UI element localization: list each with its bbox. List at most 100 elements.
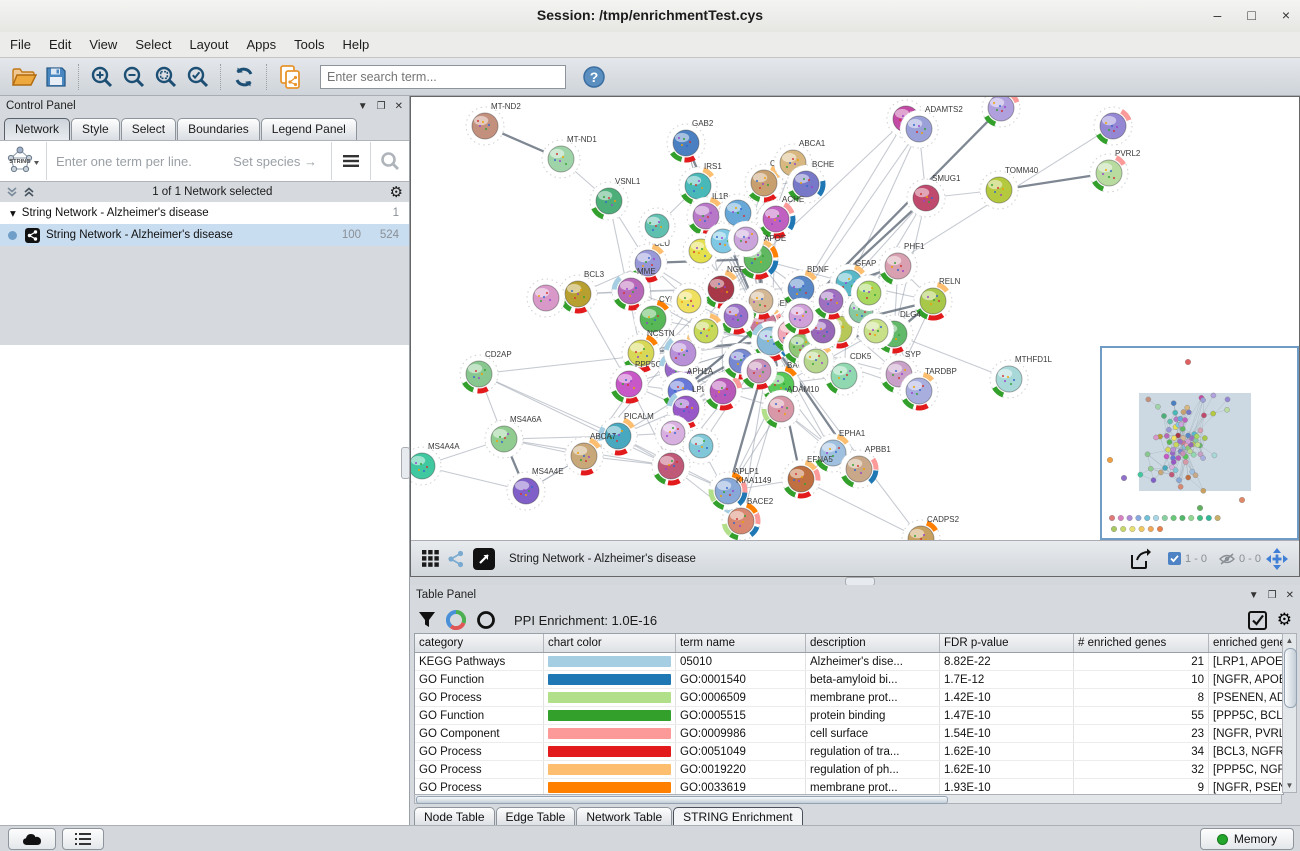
table-row[interactable]: GO Component GO:0009986 cell surface 1.5… <box>415 725 1284 743</box>
panel-menu-icon[interactable]: ▼ <box>358 101 368 112</box>
tab-boundaries[interactable]: Boundaries <box>177 118 260 140</box>
node[interactable] <box>683 428 719 464</box>
column-header[interactable]: chart color <box>544 634 676 653</box>
node[interactable] <box>851 275 887 311</box>
tab-string-enrichment[interactable]: STRING Enrichment <box>673 807 802 827</box>
table-float-icon[interactable]: ❐ <box>1268 590 1277 601</box>
node[interactable] <box>639 208 675 244</box>
node[interactable] <box>527 279 565 317</box>
node-ms4a4a[interactable]: MS4A4A <box>411 442 460 485</box>
node-ms4a6a[interactable]: MS4A6A <box>485 415 542 458</box>
filter-icon[interactable] <box>418 611 436 629</box>
node-gab2[interactable]: GAB2 <box>667 119 714 162</box>
table-vertical-scrollbar[interactable]: ▲ ▼ <box>1282 633 1297 793</box>
node-mthfd1l[interactable]: MTHFD1L <box>990 355 1052 398</box>
network-row-selected[interactable]: String Network - Alzheimer's disease 100… <box>0 224 409 246</box>
cloud-button[interactable] <box>8 828 56 850</box>
node[interactable] <box>1094 107 1132 145</box>
tab-edge-table[interactable]: Edge Table <box>496 807 576 827</box>
node-abca7[interactable]: ABCA7 <box>565 432 617 475</box>
tab-select[interactable]: Select <box>121 118 176 140</box>
table-horizontal-scrollbar[interactable] <box>414 794 1282 804</box>
close-button[interactable]: × <box>1282 6 1290 24</box>
menu-view[interactable]: View <box>89 37 117 52</box>
close-panel-icon[interactable]: ✕ <box>395 101 403 112</box>
scroll-up-icon[interactable]: ▲ <box>1284 636 1295 645</box>
tab-network-table[interactable]: Network Table <box>576 807 672 827</box>
table-settings-gear-icon[interactable]: ⚙ <box>1277 610 1292 630</box>
table-row[interactable]: GO Function GO:0005515 protein binding 1… <box>415 707 1284 725</box>
task-list-button[interactable] <box>62 828 104 850</box>
node-ppp5c[interactable]: PPP5C <box>610 360 661 403</box>
menu-file[interactable]: File <box>10 37 31 52</box>
table-row[interactable]: GO Process GO:0051049 regulation of tra.… <box>415 743 1284 761</box>
node-reln[interactable]: RELN <box>914 277 961 320</box>
minimize-button[interactable]: – <box>1214 6 1222 24</box>
node-bcl3[interactable]: BCL3 <box>559 270 605 313</box>
column-header[interactable]: FDR p-value <box>940 634 1074 653</box>
node-phf1[interactable]: PHF1 <box>879 242 925 285</box>
expand-all-icon[interactable] <box>6 186 18 198</box>
column-header[interactable]: # enriched genes <box>1074 634 1209 653</box>
node[interactable] <box>798 343 834 379</box>
search-input[interactable] <box>320 65 566 89</box>
table-row[interactable]: GO Process GO:0006509 membrane prot... 1… <box>415 689 1284 707</box>
node[interactable] <box>741 353 777 389</box>
node[interactable] <box>671 283 707 319</box>
birdseye-toggle-icon[interactable] <box>1261 544 1293 574</box>
grid-mode-icon[interactable] <box>417 544 443 574</box>
table-row[interactable]: GO Process GO:0019220 regulation of ph..… <box>415 761 1284 779</box>
save-session-button[interactable] <box>40 62 72 92</box>
zoom-fit-icon[interactable] <box>150 62 182 92</box>
column-header[interactable]: category <box>415 634 544 653</box>
scrollbar-thumb[interactable] <box>1284 648 1297 708</box>
string-options-icon[interactable] <box>331 142 370 180</box>
column-header[interactable]: description <box>806 634 940 653</box>
network-collection-row[interactable]: ▾ String Network - Alzheimer's disease 1 <box>0 202 409 224</box>
column-header[interactable]: term name <box>676 634 806 653</box>
string-search-icon[interactable] <box>370 142 409 180</box>
menu-select[interactable]: Select <box>135 37 171 52</box>
select-columns-icon[interactable] <box>1248 611 1267 630</box>
clone-network-icon[interactable] <box>274 62 306 92</box>
memory-button[interactable]: Memory <box>1200 828 1294 850</box>
enrichment-chart-icon[interactable] <box>446 610 466 630</box>
node-cadps2[interactable]: CADPS2 <box>902 515 960 540</box>
zoom-in-icon[interactable] <box>86 62 118 92</box>
collapse-all-icon[interactable] <box>23 186 35 198</box>
tab-node-table[interactable]: Node Table <box>414 807 495 827</box>
node-pvrl2[interactable]: PVRL2 <box>1090 149 1141 192</box>
tab-style[interactable]: Style <box>71 118 120 140</box>
share-network-icon[interactable] <box>443 544 469 574</box>
table-close-icon[interactable]: ✕ <box>1286 590 1294 601</box>
network-options-gear-icon[interactable]: ⚙ <box>390 183 403 201</box>
table-row[interactable]: KEGG Pathways 05010 Alzheimer's dise... … <box>415 653 1284 671</box>
refresh-icon[interactable] <box>228 62 260 92</box>
scroll-down-icon[interactable]: ▼ <box>1284 781 1295 790</box>
hscrollbar-thumb[interactable] <box>416 796 948 804</box>
menu-layout[interactable]: Layout <box>189 37 228 52</box>
birdseye-view[interactable] <box>1100 346 1299 540</box>
ring-chart-icon[interactable] <box>476 610 496 630</box>
menu-edit[interactable]: Edit <box>49 37 71 52</box>
export-network-icon[interactable] <box>1124 544 1156 574</box>
help-icon[interactable]: ? <box>578 62 610 92</box>
zoom-selected-icon[interactable] <box>182 62 214 92</box>
node-mt-nd1[interactable]: MT-ND1 <box>542 135 597 178</box>
tab-network[interactable]: Network <box>4 118 70 140</box>
string-logo[interactable]: STRING <box>0 142 47 180</box>
menu-apps[interactable]: Apps <box>247 37 277 52</box>
menu-help[interactable]: Help <box>343 37 370 52</box>
column-header[interactable]: enriched genes <box>1209 634 1285 653</box>
node[interactable] <box>858 313 894 349</box>
node-ms4a4e[interactable]: MS4A4E <box>507 467 564 510</box>
panel-splitter-handle[interactable] <box>401 447 410 479</box>
node[interactable] <box>728 221 764 257</box>
table-row[interactable]: GO Process GO:0033619 membrane prot... 1… <box>415 779 1284 796</box>
node-vsnl1[interactable]: VSNL1 <box>590 177 641 220</box>
zoom-out-icon[interactable] <box>118 62 150 92</box>
node-tomm40[interactable]: TOMM40 <box>980 166 1039 209</box>
table-row[interactable]: GO Function GO:0001540 beta-amyloid bi..… <box>415 671 1284 689</box>
table-panel-menu-icon[interactable]: ▼ <box>1249 590 1259 601</box>
open-session-button[interactable] <box>8 62 40 92</box>
